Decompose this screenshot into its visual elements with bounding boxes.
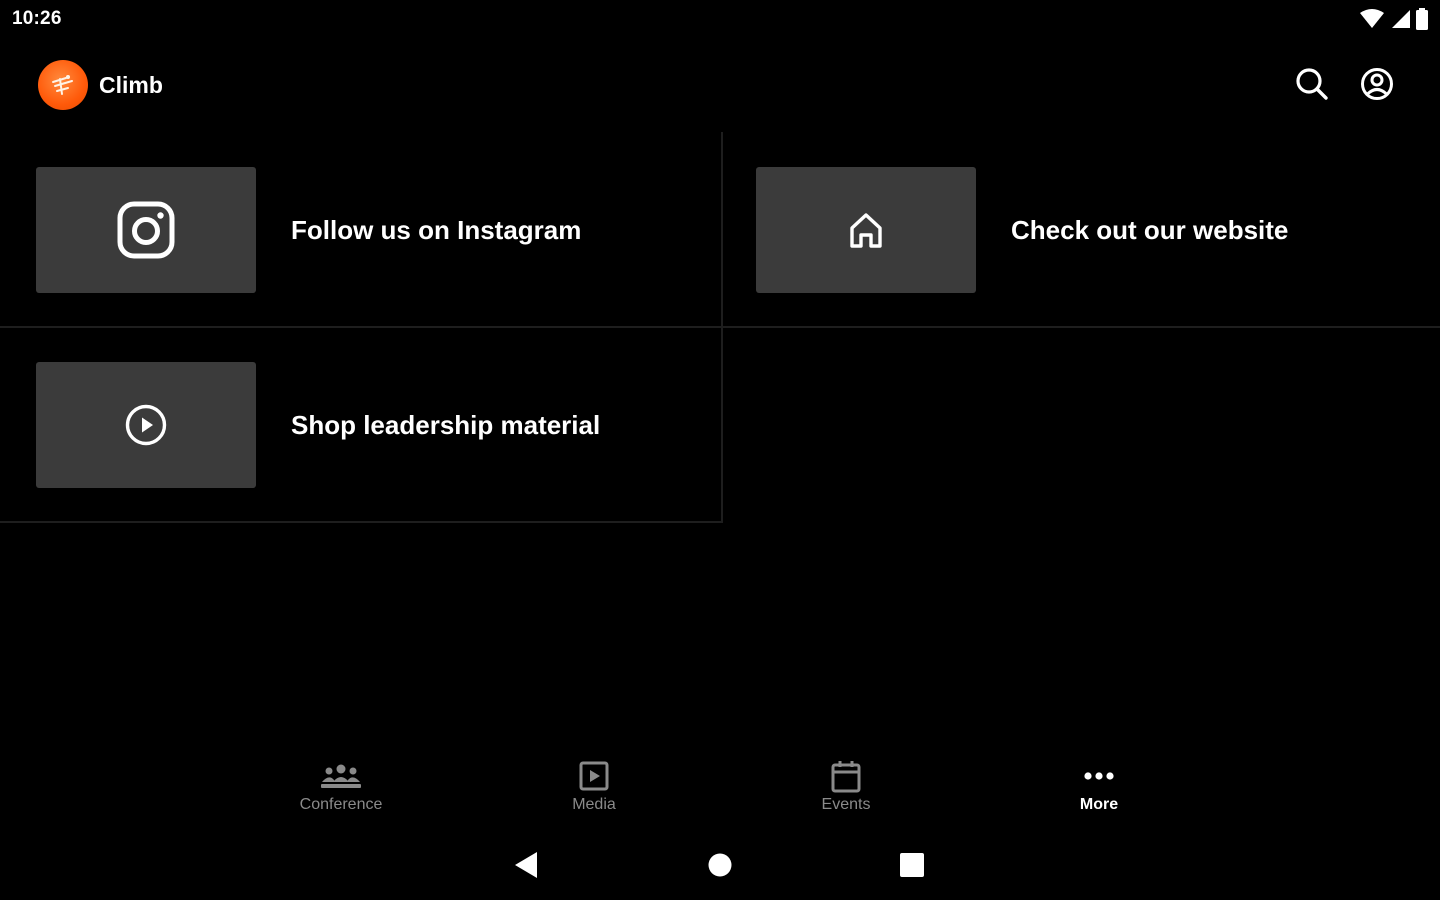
tile-label: Follow us on Instagram <box>291 214 582 245</box>
calendar-icon <box>831 761 861 793</box>
battery-icon <box>1416 8 1428 30</box>
app-title: Climb <box>99 72 163 98</box>
nav-icon-wrap <box>320 756 362 796</box>
wifi-icon <box>1360 9 1384 28</box>
tile-label: Shop leadership material <box>291 409 601 440</box>
nav-item-media[interactable]: Media <box>514 748 674 828</box>
status-bar: 10:26 <box>0 0 1440 40</box>
tile-website[interactable]: Check out our website <box>756 133 1288 327</box>
media-icon <box>579 761 609 791</box>
nav-item-more[interactable]: More <box>1019 748 1179 828</box>
tile-shop[interactable]: Shop leadership material <box>36 328 600 522</box>
home-button[interactable] <box>700 850 740 880</box>
recents-button[interactable] <box>892 850 932 880</box>
home-circle-icon <box>708 853 732 877</box>
tile-label: Check out our website <box>1011 214 1289 245</box>
account-icon <box>1361 68 1393 100</box>
system-nav-bar <box>0 840 1440 890</box>
nav-icon-wrap <box>578 756 610 796</box>
back-icon <box>515 852 537 878</box>
more-icon <box>1084 772 1114 780</box>
nav-label: Events <box>821 796 871 813</box>
tile-thumbnail <box>756 167 976 293</box>
instagram-icon <box>117 201 175 259</box>
tile-thumbnail <box>36 362 256 488</box>
group-icon <box>321 764 361 788</box>
climb-logo-icon[interactable] <box>38 60 88 110</box>
nav-label: More <box>1079 796 1119 813</box>
play-circle-icon <box>125 404 167 446</box>
recents-icon <box>900 853 924 877</box>
signal-icon <box>1392 10 1410 28</box>
search-button[interactable] <box>1294 66 1330 102</box>
nav-icon-wrap <box>830 756 862 796</box>
tile-instagram[interactable]: Follow us on Instagram <box>36 133 581 327</box>
nav-label: Media <box>572 796 616 813</box>
account-button[interactable] <box>1359 66 1395 102</box>
status-icons <box>1360 8 1428 30</box>
climb-logo-mark <box>52 75 73 95</box>
back-button[interactable] <box>506 850 546 880</box>
home-icon <box>850 213 882 248</box>
status-time: 10:26 <box>12 8 62 29</box>
app-bar: Climb <box>0 50 1440 122</box>
search-icon <box>1296 68 1328 100</box>
tile-thumbnail <box>36 167 256 293</box>
nav-item-events[interactable]: Events <box>766 748 926 828</box>
nav-icon-wrap <box>1083 756 1115 796</box>
bottom-nav: Conference Media Events More <box>0 748 1440 828</box>
nav-label: Conference <box>299 796 383 813</box>
nav-item-conference[interactable]: Conference <box>261 748 421 828</box>
